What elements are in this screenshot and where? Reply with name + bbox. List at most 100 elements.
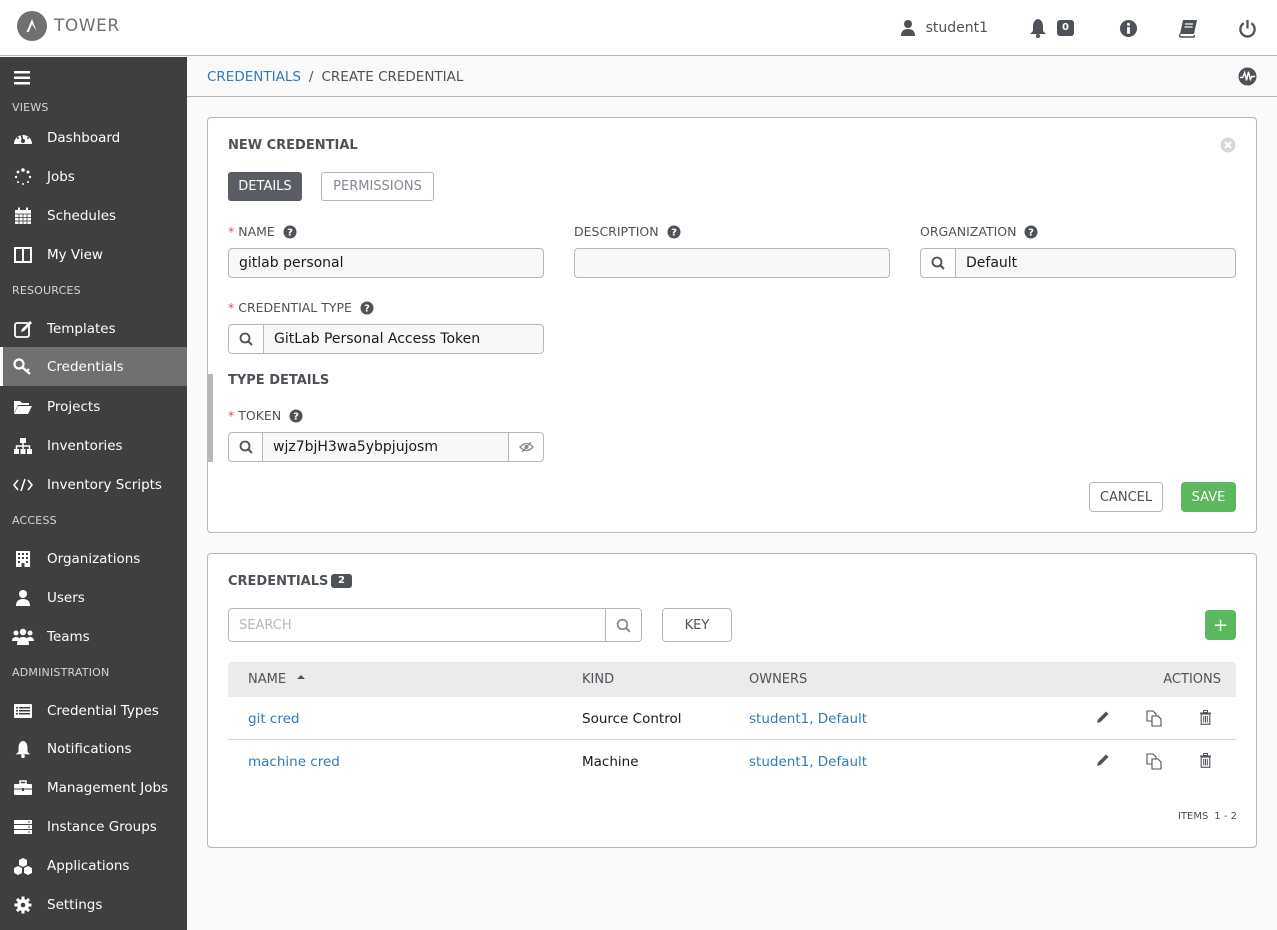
question-circle-icon[interactable]: ? <box>667 225 681 239</box>
sidebar-item-instance-groups[interactable]: Instance Groups <box>0 807 187 846</box>
tab-permissions[interactable]: PERMISSIONS <box>321 172 434 201</box>
notifications-button[interactable]: 0 <box>1028 18 1074 38</box>
brand[interactable]: TOWER <box>17 11 120 41</box>
edit-button[interactable] <box>1096 753 1110 771</box>
question-circle-icon[interactable]: ? <box>1024 225 1038 239</box>
sidebar-item-applications[interactable]: Applications <box>0 846 187 885</box>
activity-stream-button[interactable] <box>1238 67 1257 90</box>
sidebar-item-teams[interactable]: Teams <box>0 617 187 656</box>
svg-text:?: ? <box>1029 227 1035 238</box>
sidebar-item-my-view[interactable]: My View <box>0 235 187 274</box>
user-menu[interactable]: student1 <box>900 19 988 37</box>
close-circle-icon <box>1220 137 1236 153</box>
sidebar-item-inventories[interactable]: Inventories <box>0 426 187 465</box>
credentials-count-badge: 2 <box>331 574 352 588</box>
sidebar-item-label: Settings <box>47 896 103 913</box>
users-icon <box>12 628 34 646</box>
description-input[interactable] <box>574 248 890 278</box>
logout-button[interactable] <box>1238 19 1257 38</box>
organization-label: ORGANIZATION ? <box>920 224 1038 239</box>
question-circle-icon[interactable]: ? <box>289 409 303 423</box>
documentation-button[interactable] <box>1178 19 1198 38</box>
token-input[interactable]: wjz7bjH3wa5ybpjujosm <box>228 432 544 462</box>
username: student1 <box>925 20 989 36</box>
sidebar-section-resources: RESOURCES <box>12 284 81 297</box>
question-circle-icon[interactable]: ? <box>360 301 374 315</box>
save-button[interactable]: SAVE <box>1181 482 1236 512</box>
sidebar-item-label: Inventory Scripts <box>47 476 162 493</box>
credential-owners-link[interactable]: student1, Default <box>749 711 867 727</box>
organization-lookup[interactable]: Default <box>920 248 1236 278</box>
credential-name-link[interactable]: git cred <box>248 711 299 727</box>
token-lookup-button[interactable] <box>229 433 263 461</box>
sidebar-item-management-jobs[interactable]: Management Jobs <box>0 768 187 807</box>
sidebar-item-inventory-scripts[interactable]: Inventory Scripts <box>0 465 187 504</box>
server-icon <box>12 819 34 835</box>
sidebar-item-label: Jobs <box>47 168 75 185</box>
panel-title: NEW CREDENTIAL <box>228 138 358 153</box>
credential-type-value: GitLab Personal Access Token <box>274 331 481 347</box>
sidebar-item-settings[interactable]: Settings <box>0 885 187 924</box>
search-input[interactable]: SEARCH <box>228 608 642 642</box>
question-circle-icon[interactable]: ? <box>283 225 297 239</box>
credential-type-lookup[interactable]: GitLab Personal Access Token <box>228 324 544 354</box>
sidebar-item-jobs[interactable]: Jobs <box>0 157 187 196</box>
credential-type-lookup-button[interactable] <box>229 325 264 353</box>
search-button[interactable] <box>605 609 641 641</box>
brand-name: TOWER <box>54 16 120 36</box>
bell-icon <box>12 740 34 758</box>
organization-lookup-button[interactable] <box>921 249 956 277</box>
credential-name-link[interactable]: machine cred <box>248 754 340 770</box>
token-label-text: TOKEN <box>238 408 282 423</box>
svg-text:?: ? <box>293 411 299 422</box>
delete-button[interactable] <box>1199 753 1212 772</box>
sidebar-item-label: Organizations <box>47 550 141 567</box>
key-button[interactable]: KEY <box>662 608 732 642</box>
sidebar-item-credential-types[interactable]: Credential Types <box>0 691 187 730</box>
power-icon <box>1239 19 1256 37</box>
breadcrumb-credentials-link[interactable]: CREDENTIALS <box>207 69 301 85</box>
sidebar-item-credentials[interactable]: Credentials <box>0 347 187 386</box>
sidebar-item-templates[interactable]: Templates <box>0 309 187 348</box>
sidebar-item-label: Schedules <box>47 207 117 224</box>
building-icon <box>12 550 34 568</box>
info-button[interactable] <box>1119 19 1138 38</box>
sidebar-item-label: Templates <box>47 320 116 337</box>
cubes-icon <box>12 857 34 875</box>
cancel-button[interactable]: CANCEL <box>1089 482 1163 512</box>
organization-label-text: ORGANIZATION <box>920 224 1017 239</box>
sort-ascending-icon <box>297 675 306 679</box>
name-input-value: gitlab personal <box>239 255 344 271</box>
svg-text:?: ? <box>287 227 293 238</box>
copy-button[interactable] <box>1146 710 1163 731</box>
sidebar: VIEWS Dashboard Jobs Schedules My View R… <box>0 57 187 930</box>
tab-details[interactable]: DETAILS <box>228 172 302 201</box>
edit-button[interactable] <box>1096 710 1110 728</box>
delete-button[interactable] <box>1199 710 1212 729</box>
column-header-name[interactable]: NAME <box>248 672 306 687</box>
sidebar-item-organizations[interactable]: Organizations <box>0 539 187 578</box>
copy-button[interactable] <box>1146 753 1163 774</box>
close-button[interactable] <box>1220 137 1236 157</box>
organization-value: Default <box>966 255 1018 271</box>
svg-text:?: ? <box>671 227 677 238</box>
sidebar-item-notifications[interactable]: Notifications <box>0 729 187 768</box>
credential-owners-link[interactable]: student1, Default <box>749 754 867 770</box>
required-asterisk: * <box>228 300 235 315</box>
menu-toggle-button[interactable] <box>14 71 30 89</box>
required-asterisk: * <box>228 408 235 423</box>
sidebar-item-label: Credentials <box>47 358 124 375</box>
name-input[interactable]: gitlab personal <box>228 248 544 278</box>
add-credential-button[interactable]: + <box>1205 610 1236 640</box>
name-label-text: NAME <box>238 224 275 239</box>
sidebar-item-label: My View <box>47 246 103 263</box>
toggle-visibility-button[interactable] <box>508 433 543 461</box>
sidebar-item-users[interactable]: Users <box>0 578 187 617</box>
search-placeholder: SEARCH <box>239 617 292 633</box>
column-header-kind[interactable]: KIND <box>582 672 614 687</box>
sidebar-item-schedules[interactable]: Schedules <box>0 196 187 235</box>
sidebar-item-projects[interactable]: Projects <box>0 387 187 426</box>
sidebar-section-views: VIEWS <box>12 101 49 114</box>
breadcrumb: CREDENTIALS / CREATE CREDENTIAL <box>207 69 463 85</box>
sidebar-item-dashboard[interactable]: Dashboard <box>0 118 187 157</box>
